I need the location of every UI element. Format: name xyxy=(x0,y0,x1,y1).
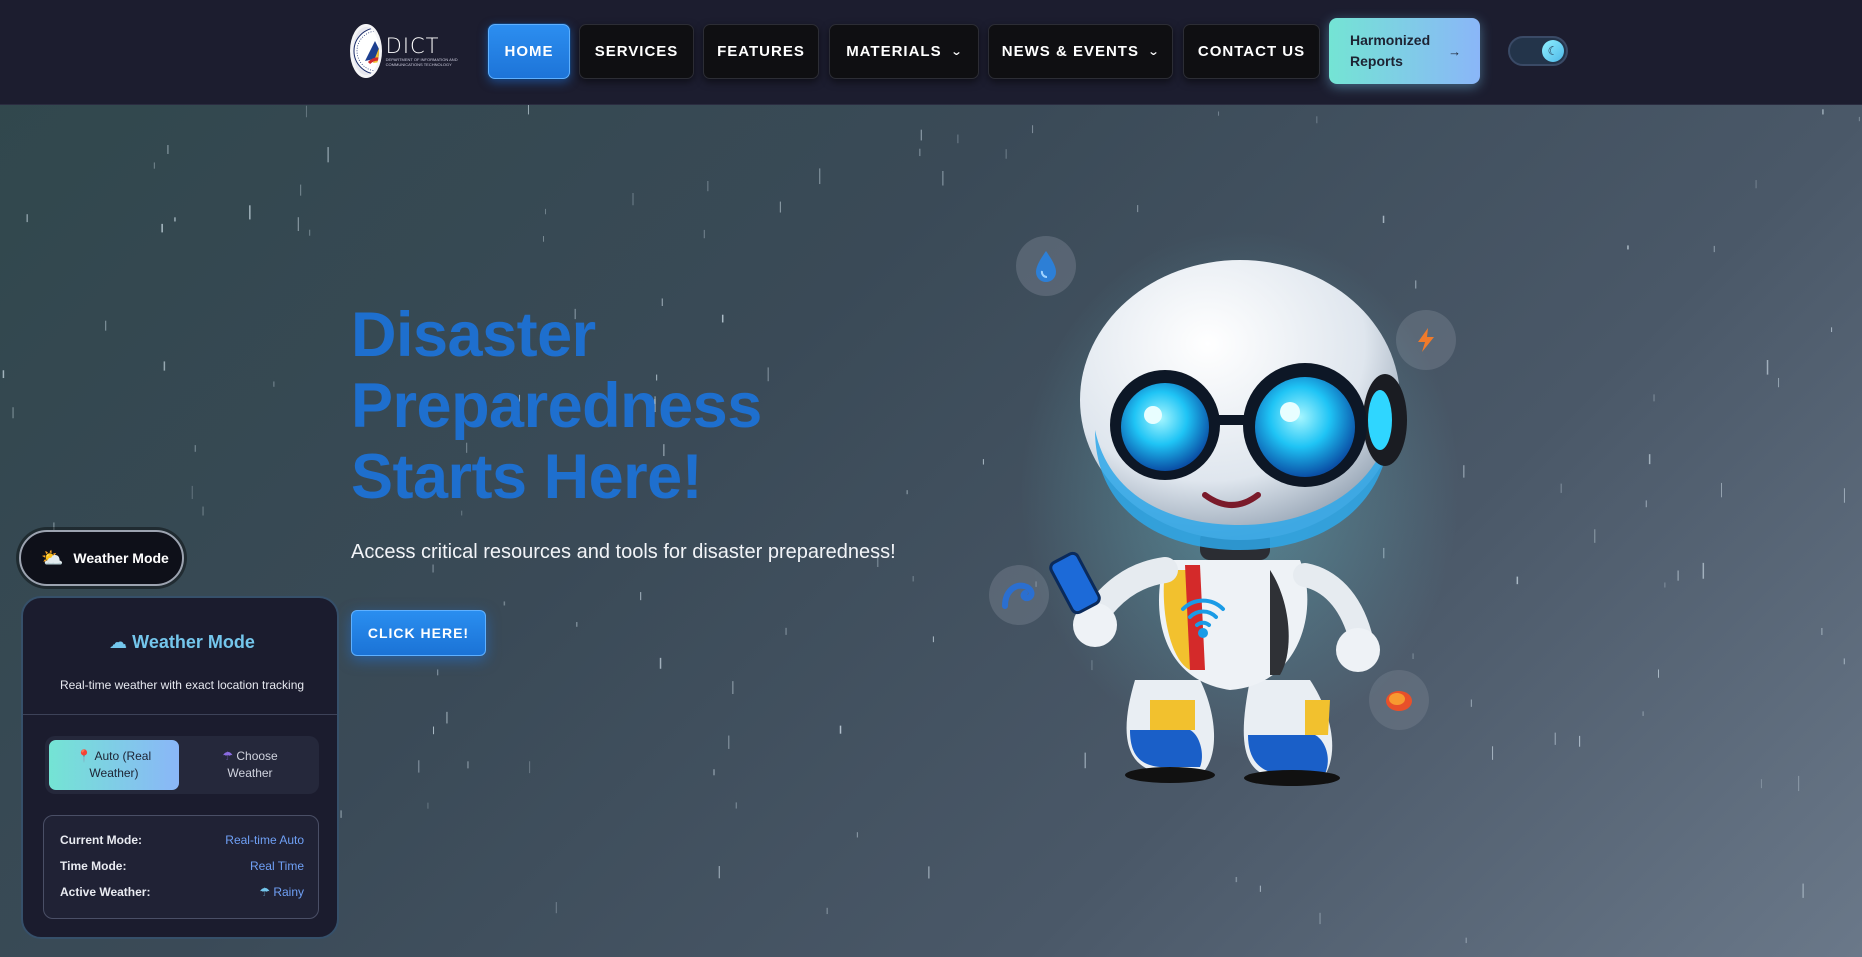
nav-contact-us-label: CONTACT US xyxy=(1197,43,1306,60)
logo-subtext: DEPARTMENT OF INFORMATION AND COMMUNICAT… xyxy=(385,57,458,67)
auto-real-weather-option[interactable]: 📍 Auto (Real Weather) xyxy=(49,740,179,790)
hero-title-line3: Starts Here! xyxy=(351,442,703,512)
hero-title-line2: Preparedness xyxy=(351,371,762,441)
cta-label-line2: Reports xyxy=(1350,53,1403,69)
status-key: Active Weather: xyxy=(60,885,151,899)
rain-cloud-icon: ☁ xyxy=(109,632,128,652)
active-weather-value: Rainy xyxy=(273,885,304,899)
logo-wordmark: DICT xyxy=(385,34,440,58)
status-value: Real-time Auto xyxy=(225,833,304,847)
sun-cloud-icon: ⛅ xyxy=(41,547,64,568)
dict-seal-icon xyxy=(350,24,382,78)
nav-home-label: HOME xyxy=(504,43,554,60)
arrow-right-icon: → xyxy=(1448,43,1462,59)
status-row-active-weather: Active Weather: ☂ Rainy xyxy=(60,882,304,902)
choose-weather-option[interactable]: ☂ Choose Weather xyxy=(185,740,315,790)
hero-subtitle: Access critical resources and tools for … xyxy=(351,541,896,563)
nav-home[interactable]: HOME xyxy=(488,24,570,79)
weather-mode-panel: ☁ Weather Mode Real-time weather with ex… xyxy=(21,596,339,939)
nav-features-label: FEATURES xyxy=(717,43,805,60)
weather-panel-title: ☁ Weather Mode xyxy=(23,632,337,653)
weather-source-selector: 📍 Auto (Real Weather) ☂ Choose Weather xyxy=(45,736,319,794)
auto-option-label: Auto (Real Weather) xyxy=(89,749,152,780)
theme-toggle[interactable]: ☾ xyxy=(1508,36,1568,66)
nav-materials[interactable]: MATERIALS ⌄ xyxy=(829,24,979,79)
nav-contact-us[interactable]: CONTACT US xyxy=(1183,24,1320,79)
harmonized-reports-button[interactable]: Harmonized Reports → xyxy=(1329,18,1480,84)
weather-status-box: Current Mode: Real-time Auto Time Mode: … xyxy=(43,815,319,919)
choose-option-label: Choose Weather xyxy=(227,749,278,780)
status-value: ☂ Rainy xyxy=(259,885,304,899)
status-row-time-mode: Time Mode: Real Time xyxy=(60,856,304,876)
location-pin-icon: 📍 xyxy=(76,749,92,763)
weather-mode-toggle[interactable]: ⛅ Weather Mode xyxy=(19,530,184,586)
status-key: Time Mode: xyxy=(60,859,127,873)
palette-icon: ☂ xyxy=(222,749,234,763)
chevron-down-icon: ⌄ xyxy=(950,46,964,58)
nav-materials-label: MATERIALS xyxy=(846,43,942,60)
nav-news-events[interactable]: NEWS & EVENTS ⌄ xyxy=(988,24,1173,79)
robot-mascot xyxy=(1020,230,1460,786)
weather-panel-title-text: Weather Mode xyxy=(132,632,255,652)
rain-icon: ☂ xyxy=(259,885,270,899)
status-key: Current Mode: xyxy=(60,833,142,847)
top-navbar: DICT DEPARTMENT OF INFORMATION AND COMMU… xyxy=(0,0,1862,105)
nav-services[interactable]: SERVICES xyxy=(579,24,694,79)
nav-features[interactable]: FEATURES xyxy=(703,24,819,79)
click-here-button[interactable]: CLICK HERE! xyxy=(351,610,486,656)
hero-title-line1: Disaster xyxy=(351,300,596,370)
hero-title: Disaster Preparedness Starts Here! xyxy=(351,300,871,513)
chevron-down-icon: ⌄ xyxy=(1147,46,1161,58)
status-row-current-mode: Current Mode: Real-time Auto xyxy=(60,830,304,850)
dict-logo[interactable]: DICT DEPARTMENT OF INFORMATION AND COMMU… xyxy=(350,24,460,78)
weather-panel-description: Real-time weather with exact location tr… xyxy=(59,678,305,692)
status-value: Real Time xyxy=(249,859,304,873)
weather-mode-toggle-label: Weather Mode xyxy=(73,550,169,566)
weather-panel-header xyxy=(23,598,337,715)
nav-services-label: SERVICES xyxy=(594,43,679,60)
moon-icon: ☾ xyxy=(1542,40,1564,62)
nav-news-events-label: NEWS & EVENTS xyxy=(1001,43,1139,60)
cta-label-line1: Harmonized xyxy=(1350,32,1431,48)
